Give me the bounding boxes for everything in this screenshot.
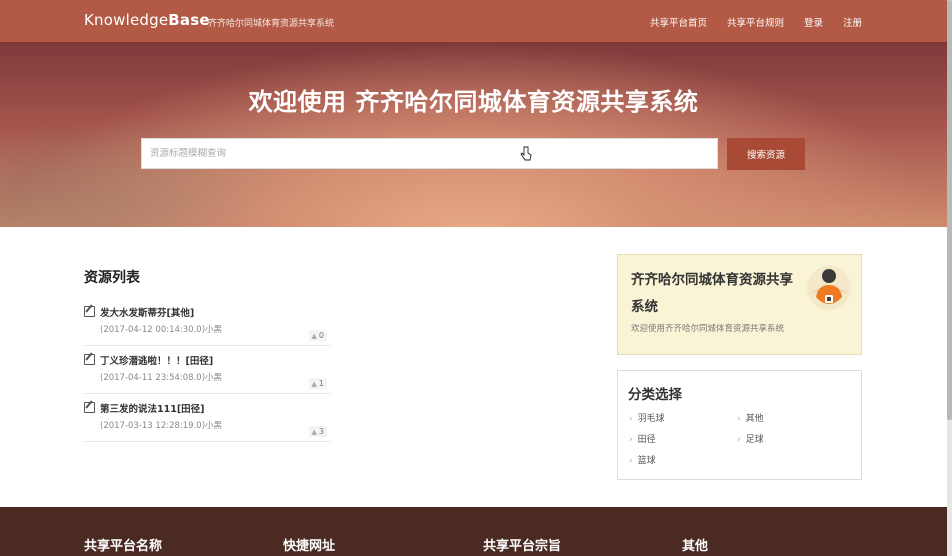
category-item[interactable]: › 田径	[629, 432, 656, 445]
footer-heading-links: 快捷网址	[283, 539, 336, 554]
nav-login-link[interactable]: 登录	[804, 15, 823, 29]
like-value: 0	[318, 331, 324, 340]
list-item: 丁义珍潜逃啦！！！[田径] (2017-04-11 23:54:08.0)小黑 …	[84, 346, 330, 394]
like-count[interactable]: ▲ 3	[308, 426, 327, 437]
like-count[interactable]: ▲ 1	[308, 378, 327, 389]
info-card-title: 齐齐哈尔同城体育资源共享系统	[631, 272, 793, 315]
main-nav: 共享平台首页 共享平台规则 登录 注册	[650, 15, 862, 29]
like-count[interactable]: ▲ 0	[308, 330, 327, 341]
footer-heading-purpose: 共享平台宗旨	[483, 539, 562, 554]
category-item[interactable]: › 羽毛球	[629, 411, 665, 424]
nav-register-link[interactable]: 注册	[843, 15, 862, 29]
top-navbar: KnowledgeBase 齐齐哈尔同城体育资源共享系统 共享平台首页 共享平台…	[0, 0, 947, 43]
edit-icon	[84, 354, 95, 365]
edit-icon	[84, 306, 95, 317]
search-input[interactable]	[141, 138, 718, 169]
search-button[interactable]: 搜索资源	[727, 138, 805, 170]
list-item: 发大水发斯蒂芬[其他] (2017-04-12 00:14:30.0)小黑 ▲ 0	[84, 298, 330, 346]
resource-meta: (2017-03-13 12:28:19.0)小黑	[100, 421, 223, 431]
resource-meta: (2017-04-12 00:14:30.0)小黑	[100, 325, 223, 335]
chevron-right-icon: ›	[737, 414, 741, 424]
category-item[interactable]: › 篮球	[629, 453, 656, 466]
chevron-right-icon: ›	[629, 435, 633, 445]
footer-heading-name: 共享平台名称	[84, 539, 163, 554]
chevron-right-icon: ›	[737, 435, 741, 445]
avatar	[807, 266, 851, 310]
resource-meta: (2017-04-11 23:54:08.0)小黑	[100, 373, 223, 383]
brand-logo[interactable]: KnowledgeBase	[84, 11, 210, 29]
edit-icon	[84, 402, 95, 413]
category-item[interactable]: › 足球	[737, 432, 764, 445]
scrollbar[interactable]	[947, 0, 952, 556]
brand-subtitle: 齐齐哈尔同城体育资源共享系统	[208, 19, 335, 29]
list-item: 第三发的说法111[田径] (2017-03-13 12:28:19.0)小黑 …	[84, 394, 330, 442]
category-label: 其他	[745, 414, 764, 424]
thumbs-up-icon: ▲	[311, 332, 317, 340]
resource-link[interactable]: 发大水发斯蒂芬[其他]	[100, 305, 194, 319]
footer: 共享平台名称 快捷网址 共享平台宗旨 其他	[0, 507, 947, 556]
nav-home-link[interactable]: 共享平台首页	[650, 15, 707, 29]
scrollbar-thumb[interactable]	[947, 0, 952, 420]
nav-rules-link[interactable]: 共享平台规则	[727, 15, 784, 29]
like-value: 1	[318, 379, 324, 388]
resource-list-title: 资源列表	[84, 270, 140, 286]
resource-link[interactable]: 丁义珍潜逃啦！！！[田径]	[100, 353, 213, 367]
chevron-right-icon: ›	[629, 414, 633, 424]
category-item[interactable]: › 其他	[737, 411, 764, 424]
brand-bold: Base	[168, 11, 210, 29]
info-card-subtitle: 欢迎使用齐齐哈尔同城体育资源共享系统	[631, 324, 785, 334]
resource-link[interactable]: 第三发的说法111[田径]	[100, 401, 205, 415]
thumbs-up-icon: ▲	[311, 380, 317, 388]
footer-heading-other: 其他	[682, 539, 709, 554]
category-label: 羽毛球	[637, 414, 665, 424]
category-card: 分类选择 › 羽毛球 › 其他 › 田径 › 足球 › 篮球	[617, 370, 862, 480]
category-title: 分类选择	[628, 387, 682, 403]
category-label: 足球	[745, 435, 764, 445]
category-label: 篮球	[637, 456, 656, 466]
thumbs-up-icon: ▲	[311, 428, 317, 436]
hero-title: 欢迎使用 齐齐哈尔同城体育资源共享系统	[248, 88, 699, 116]
resource-list: 发大水发斯蒂芬[其他] (2017-04-12 00:14:30.0)小黑 ▲ 0…	[84, 298, 330, 442]
like-value: 3	[318, 427, 324, 436]
hero-banner: 欢迎使用 齐齐哈尔同城体育资源共享系统 搜索资源	[0, 42, 947, 227]
chevron-right-icon: ›	[629, 456, 633, 466]
hand-cursor-icon	[520, 146, 532, 161]
category-label: 田径	[637, 435, 656, 445]
brand-main: Knowledge	[84, 11, 169, 29]
